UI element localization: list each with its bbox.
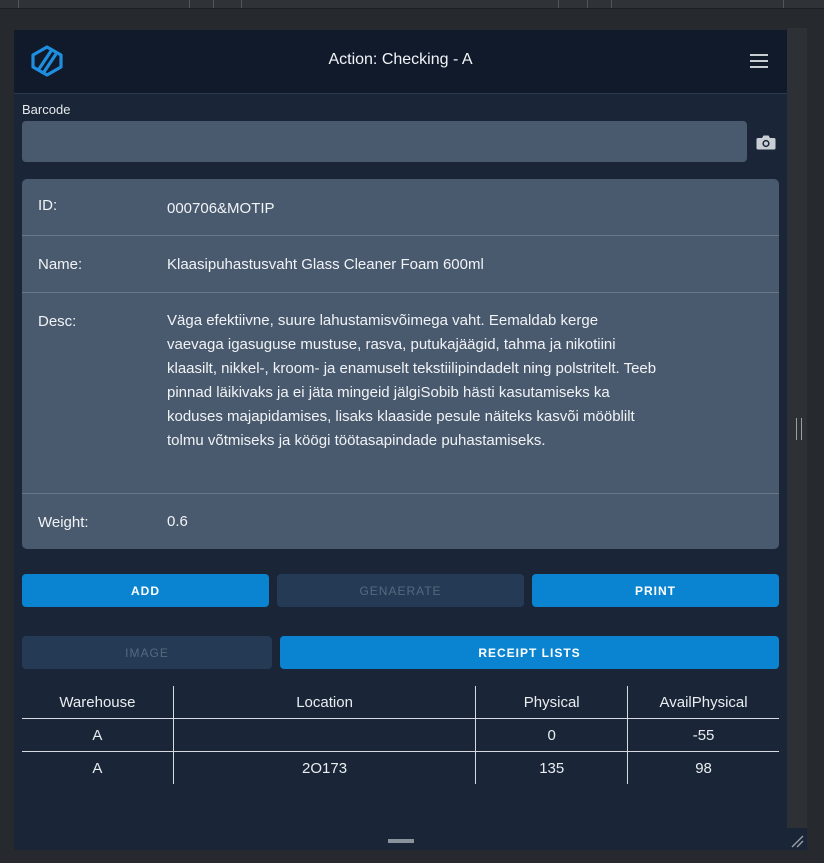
desc-label: Desc: (38, 313, 77, 330)
weight-value: 0.6 (167, 513, 188, 530)
resize-corner-icon[interactable] (790, 834, 804, 848)
tab-divider (783, 0, 784, 8)
name-value: Klaasipuhastusvaht Glass Cleaner Foam 60… (167, 256, 484, 273)
column-header-avail-physical: AvailPhysical (627, 686, 779, 719)
detail-row-id: ID: 000706&MOTIP (22, 179, 779, 236)
hamburger-menu-icon[interactable] (750, 54, 768, 68)
app-header: Action: Checking - A (14, 30, 787, 94)
receipt-lists-button[interactable]: RECEIPT LISTS (280, 636, 779, 669)
table-header-row: Warehouse Location Physical AvailPhysica… (22, 686, 779, 719)
barcode-label: Barcode (22, 102, 71, 117)
column-header-location: Location (172, 686, 476, 719)
location-cell (172, 718, 476, 752)
warehouse-cell: A (92, 759, 103, 777)
column-header-physical: Physical (475, 686, 628, 719)
tab-divider (241, 0, 242, 8)
desc-value: Väga efektiivne, suure lahustamisvõimega… (167, 312, 657, 449)
warehouse-cell: A (92, 726, 103, 744)
location-cell: 2O173 (172, 751, 476, 784)
avail-physical-cell: -55 (627, 718, 779, 752)
drag-handle-icon[interactable] (388, 839, 414, 843)
weight-label: Weight: (38, 514, 89, 531)
tab-divider (587, 0, 588, 8)
detail-row-weight: Weight: 0.6 (22, 494, 779, 549)
barcode-input[interactable] (22, 121, 747, 162)
physical-cell: 0 (475, 718, 628, 752)
splitter-grip-icon[interactable] (796, 418, 802, 440)
tab-divider (611, 0, 612, 8)
detail-row-desc: Desc: Väga efektiivne, suure lahustamisv… (22, 293, 779, 494)
app-panel: Action: Checking - A Barcode ID: 000706&… (14, 30, 787, 828)
print-button[interactable]: PRINT (532, 574, 779, 607)
tab-divider (213, 0, 214, 8)
tab-divider (558, 0, 559, 8)
table-row: A 2O173 135 98 (22, 751, 779, 784)
add-button[interactable]: ADD (22, 574, 269, 607)
table-row: A 0 -55 (22, 718, 779, 752)
tab-divider (189, 0, 190, 8)
column-header-warehouse: Warehouse (59, 693, 136, 711)
window-top-strip (0, 0, 824, 9)
item-details-card: ID: 000706&MOTIP Name: Klaasipuhastusvah… (22, 179, 779, 549)
id-value: 000706&MOTIP (167, 200, 275, 217)
id-label: ID: (38, 197, 58, 214)
right-splitter[interactable] (787, 28, 807, 850)
detail-row-name: Name: Klaasipuhastusvaht Glass Cleaner F… (22, 236, 779, 293)
name-label: Name: (38, 256, 83, 273)
camera-icon[interactable] (756, 134, 776, 150)
stock-table: Warehouse Location Physical AvailPhysica… (22, 686, 779, 784)
physical-cell: 135 (475, 751, 628, 784)
bottom-resize-bar[interactable] (14, 828, 807, 850)
generate-button[interactable]: GENAERATE (277, 574, 524, 607)
image-button[interactable]: IMAGE (22, 636, 272, 669)
avail-physical-cell: 98 (627, 751, 779, 784)
page-title: Action: Checking - A (328, 51, 473, 68)
tab-divider (18, 0, 19, 8)
